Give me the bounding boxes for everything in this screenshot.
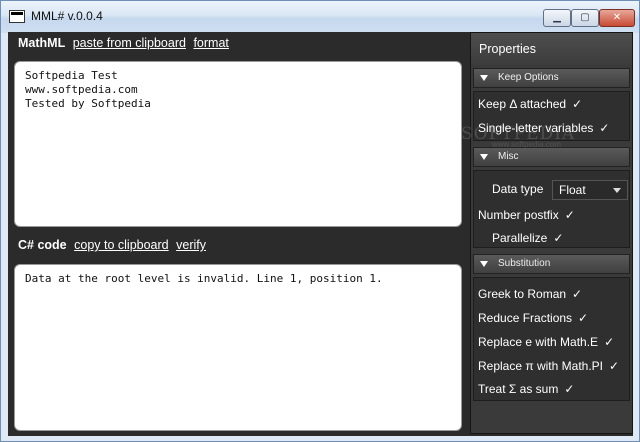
- copy-to-clipboard-link[interactable]: copy to clipboard: [74, 238, 169, 252]
- option-parallelize[interactable]: Parallelize ✓: [492, 231, 563, 245]
- option-label: Treat Σ as sum: [478, 382, 559, 396]
- maximize-button[interactable]: ▢: [571, 9, 599, 27]
- option-label: Parallelize: [492, 231, 548, 245]
- mathml-label: MathML: [18, 36, 66, 50]
- group-header-misc[interactable]: Misc: [473, 147, 630, 167]
- checkbox-check-icon[interactable]: ✓: [599, 121, 609, 135]
- csharp-output[interactable]: Data at the root level is invalid. Line …: [14, 264, 462, 431]
- group-header-substitution[interactable]: Substitution: [473, 254, 630, 274]
- group-title: Substitution: [498, 258, 551, 269]
- checkbox-check-icon[interactable]: ✓: [565, 208, 575, 222]
- checkbox-check-icon[interactable]: ✓: [604, 335, 614, 349]
- option-treat-sigma-as-sum[interactable]: Treat Σ as sum ✓: [478, 382, 574, 396]
- checkbox-check-icon[interactable]: ✓: [578, 311, 588, 325]
- option-label: Replace e with Math.E: [478, 335, 599, 349]
- option-number-postfix[interactable]: Number postfix ✓: [478, 208, 575, 222]
- properties-panel: Properties Keep Options Keep Δ attached ✓…: [470, 32, 633, 434]
- option-keep-delta-attached[interactable]: Keep Δ attached ✓: [478, 97, 582, 111]
- client-area: MathML paste from clipboard format Softp…: [8, 32, 633, 436]
- mathml-input[interactable]: Softpedia Test www.softpedia.com Tested …: [14, 61, 462, 227]
- option-greek-to-roman[interactable]: Greek to Roman ✓: [478, 287, 582, 301]
- watermark-url: www.softpedia.com: [492, 140, 561, 149]
- checkbox-check-icon[interactable]: ✓: [609, 359, 619, 373]
- group-body-substitution: Greek to Roman ✓ Reduce Fractions ✓ Replac…: [473, 277, 630, 401]
- app-window: MML# v.0.0.4 ▁ ▢ ✕ MathML paste from cli…: [0, 0, 640, 442]
- collapse-triangle-icon: [480, 261, 488, 267]
- minimize-button[interactable]: ▁: [543, 9, 571, 27]
- csharp-label: C# code: [18, 238, 67, 252]
- group-body-misc: Data type Float Number postfix ✓ Parallel…: [473, 170, 630, 248]
- option-replace-e[interactable]: Replace e with Math.E ✓: [478, 335, 614, 349]
- option-label: Greek to Roman: [478, 287, 567, 301]
- verify-link[interactable]: verify: [176, 238, 206, 252]
- csharp-header: C# code copy to clipboard verify: [18, 238, 206, 252]
- properties-title: Properties: [471, 33, 632, 65]
- option-label: Replace π with Math.PI: [478, 359, 603, 373]
- collapse-triangle-icon: [480, 154, 488, 160]
- paste-from-clipboard-link[interactable]: paste from clipboard: [73, 36, 186, 50]
- mathml-header: MathML paste from clipboard format: [18, 36, 229, 50]
- title-bar[interactable]: MML# v.0.0.4 ▁ ▢ ✕: [1, 1, 639, 33]
- option-reduce-fractions[interactable]: Reduce Fractions ✓: [478, 311, 588, 325]
- close-button[interactable]: ✕: [599, 9, 635, 27]
- option-replace-pi[interactable]: Replace π with Math.PI ✓: [478, 359, 619, 373]
- app-icon: [9, 10, 25, 23]
- checkbox-check-icon[interactable]: ✓: [572, 287, 582, 301]
- option-label: Number postfix: [478, 208, 559, 222]
- group-header-keep-options[interactable]: Keep Options: [473, 68, 630, 88]
- checkbox-check-icon[interactable]: ✓: [572, 97, 582, 111]
- group-title: Misc: [498, 151, 519, 162]
- checkbox-check-icon[interactable]: ✓: [564, 382, 574, 396]
- group-title: Keep Options: [498, 72, 559, 83]
- option-label: Reduce Fractions: [478, 311, 573, 325]
- option-label: Keep Δ attached: [478, 97, 567, 111]
- window-title: MML# v.0.0.4: [31, 9, 103, 23]
- data-type-select[interactable]: Float: [552, 180, 628, 200]
- collapse-triangle-icon: [480, 75, 488, 81]
- checkbox-check-icon[interactable]: ✓: [553, 231, 563, 245]
- data-type-value: Float: [559, 183, 586, 197]
- format-link[interactable]: format: [193, 36, 228, 50]
- chevron-down-icon: [613, 188, 621, 193]
- data-type-label: Data type: [492, 182, 544, 196]
